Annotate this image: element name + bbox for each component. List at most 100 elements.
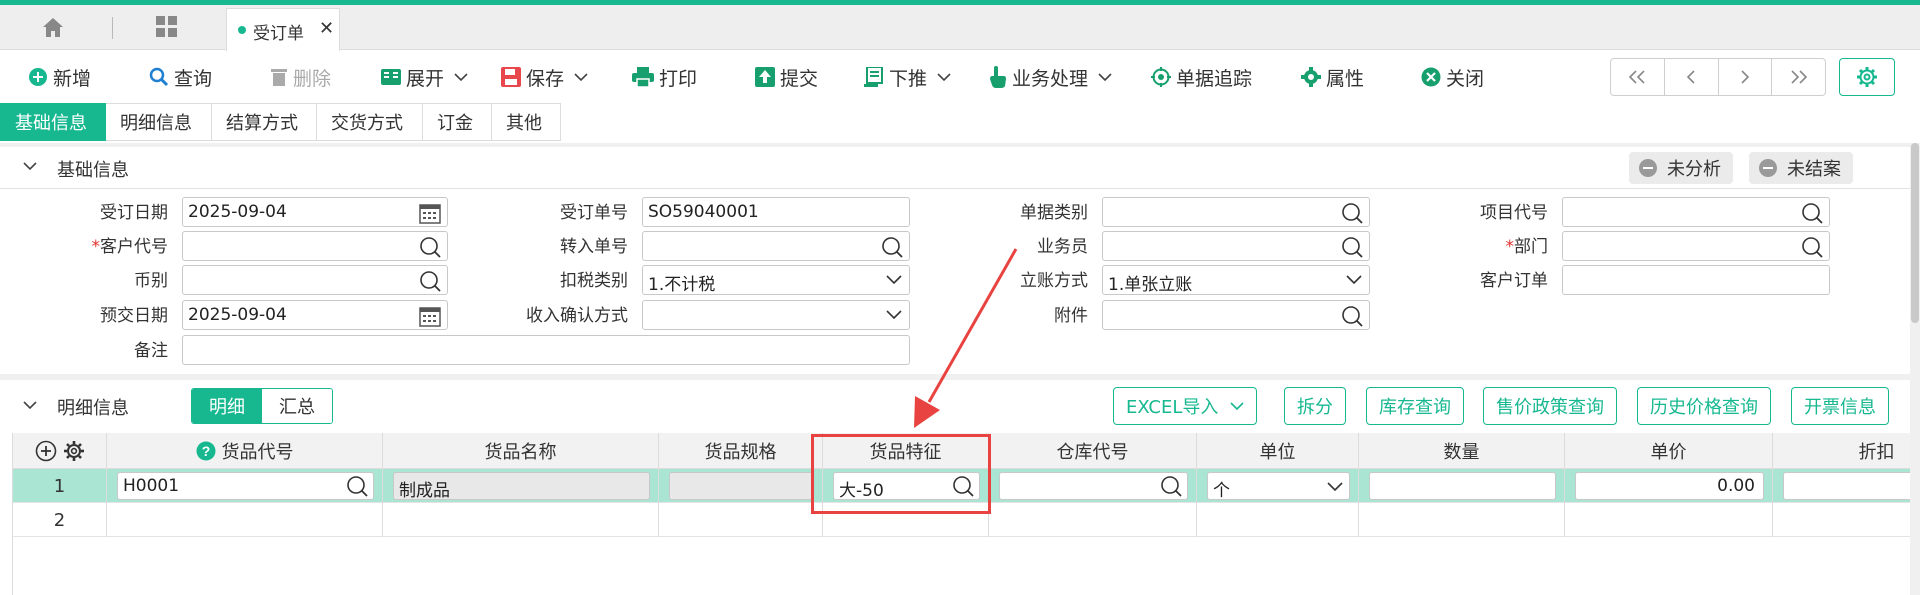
properties-button[interactable]: 属性 [1301, 62, 1364, 92]
delete-button[interactable]: 删除 [270, 62, 331, 92]
close-button[interactable]: 关闭 [1421, 62, 1484, 92]
column-settings-gear-icon[interactable] [63, 440, 85, 462]
tab-deposit[interactable]: 订金 [423, 103, 492, 141]
price-policy-query-button[interactable]: 售价政策查询 [1483, 387, 1617, 425]
cell-warehouse[interactable] [989, 503, 1197, 537]
tab-other[interactable]: 其他 [492, 103, 561, 141]
search-icon[interactable] [1801, 202, 1823, 224]
segment-summary[interactable]: 汇总 [262, 389, 332, 423]
save-button[interactable]: 保存 [501, 62, 588, 92]
invoice-info-button[interactable]: 开票信息 [1791, 387, 1889, 425]
stock-query-button[interactable]: 库存查询 [1366, 387, 1464, 425]
search-icon[interactable] [346, 475, 368, 497]
customer-code-label: *客户代号 [40, 233, 169, 261]
attachment-field[interactable] [1102, 300, 1370, 330]
history-price-query-button[interactable]: 历史价格查询 [1637, 387, 1771, 425]
submit-button[interactable]: 提交 [755, 62, 818, 92]
order-no-label: 受订单号 [560, 203, 628, 223]
cell-quantity[interactable] [1359, 503, 1565, 537]
business-process-button[interactable]: 业务处理 [989, 62, 1112, 92]
first-record-button[interactable] [1611, 59, 1665, 95]
salesperson-field[interactable] [1102, 231, 1370, 261]
cell-item-code[interactable] [107, 503, 383, 537]
search-icon[interactable] [881, 236, 903, 258]
collapse-chevron-icon[interactable] [22, 399, 38, 411]
submit-label: 提交 [780, 67, 819, 90]
account-method-select[interactable]: 1.单张立账 [1102, 265, 1370, 295]
tab-delivery[interactable]: 交货方式 [317, 103, 423, 141]
add-row-icon[interactable] [35, 440, 57, 462]
help-icon[interactable]: ? [196, 441, 216, 461]
quantity-input[interactable] [1369, 472, 1556, 500]
trace-button[interactable]: 单据追踪 [1151, 62, 1252, 92]
item-code-input[interactable]: H0001 [117, 472, 374, 500]
segment-detail[interactable]: 明细 [192, 389, 262, 423]
scrollbar-thumb[interactable] [1911, 143, 1919, 323]
search-icon[interactable] [1341, 305, 1363, 327]
currency-field[interactable] [182, 265, 448, 295]
collapse-chevron-icon[interactable] [22, 160, 38, 172]
detail-view-toggle: 明细 汇总 [191, 388, 333, 424]
cell-item-name[interactable] [383, 503, 659, 537]
department-field[interactable] [1562, 231, 1830, 261]
search-icon[interactable] [1341, 202, 1363, 224]
revenue-method-select[interactable] [642, 300, 910, 330]
warehouse-input[interactable] [999, 472, 1188, 500]
doc-type-field[interactable] [1102, 197, 1370, 227]
search-icon[interactable] [1341, 236, 1363, 258]
push-down-button[interactable]: 下推 [864, 62, 951, 92]
new-button[interactable]: 新增 [28, 62, 91, 92]
search-icon[interactable] [1801, 236, 1823, 258]
last-record-button[interactable] [1772, 59, 1825, 95]
delivery-date-field[interactable]: 2025-09-04 [182, 300, 448, 330]
calendar-icon[interactable] [419, 305, 441, 327]
order-date-field[interactable]: 2025-09-04 [182, 197, 448, 227]
search-icon[interactable] [419, 236, 441, 258]
col-header-warehouse[interactable]: 仓库代号 [989, 433, 1197, 469]
unit-select[interactable]: 个 [1207, 472, 1350, 501]
unit-price-input[interactable]: 0.00 [1575, 472, 1764, 500]
col-header-item-name[interactable]: 货品名称 [383, 433, 659, 469]
cell-unit-price[interactable] [1565, 503, 1773, 537]
col-header-unit[interactable]: 单位 [1197, 433, 1359, 469]
vertical-scrollbar[interactable] [1910, 143, 1920, 595]
next-record-button[interactable] [1719, 59, 1773, 95]
customer-order-field[interactable] [1562, 265, 1830, 295]
doc-type-label: 单据类别 [1020, 203, 1088, 223]
col-header-quantity[interactable]: 数量 [1359, 433, 1565, 469]
section-title: 基础信息 [57, 160, 129, 181]
query-button[interactable]: 查询 [149, 62, 212, 92]
order-date-value: 2025-09-04 [188, 202, 287, 222]
upload-icon [755, 67, 775, 87]
col-header-item-code[interactable]: ? 货品代号 [107, 433, 383, 469]
split-button[interactable]: 拆分 [1284, 387, 1346, 425]
search-icon[interactable] [1160, 475, 1182, 497]
calendar-icon[interactable] [419, 202, 441, 224]
tab-settlement[interactable]: 结算方式 [212, 103, 317, 141]
settings-button[interactable] [1839, 58, 1895, 96]
tab-basic-info[interactable]: 基础信息 [0, 103, 106, 141]
print-button[interactable]: 打印 [632, 62, 697, 92]
transfer-no-field[interactable] [642, 231, 910, 261]
apps-grid-icon[interactable] [155, 15, 185, 43]
order-no-field[interactable]: SO59040001 [642, 197, 910, 227]
col-header-unit-price[interactable]: 单价 [1565, 433, 1773, 469]
home-icon[interactable] [40, 15, 70, 43]
remark-field[interactable] [182, 335, 910, 365]
excel-import-button[interactable]: EXCEL导入 [1113, 387, 1258, 425]
cell-discount[interactable] [1773, 503, 1910, 537]
customer-code-field[interactable] [182, 231, 448, 261]
col-header-spec[interactable]: 货品规格 [659, 433, 823, 469]
cell-unit[interactable] [1197, 503, 1359, 537]
tab-detail-info[interactable]: 明细信息 [106, 103, 212, 141]
search-icon[interactable] [419, 270, 441, 292]
col-header-discount[interactable]: 折扣 [1773, 433, 1910, 469]
tax-type-select[interactable]: 1.不计税 [642, 265, 910, 295]
tab-sales-order[interactable]: 受订单 ✕ [226, 8, 340, 51]
prev-record-button[interactable] [1665, 59, 1719, 95]
cell-spec[interactable] [659, 503, 823, 537]
project-code-field[interactable] [1562, 197, 1830, 227]
discount-input[interactable] [1783, 472, 1910, 500]
expand-button[interactable]: 展开 [381, 62, 468, 92]
close-tab-icon[interactable]: ✕ [319, 18, 334, 39]
